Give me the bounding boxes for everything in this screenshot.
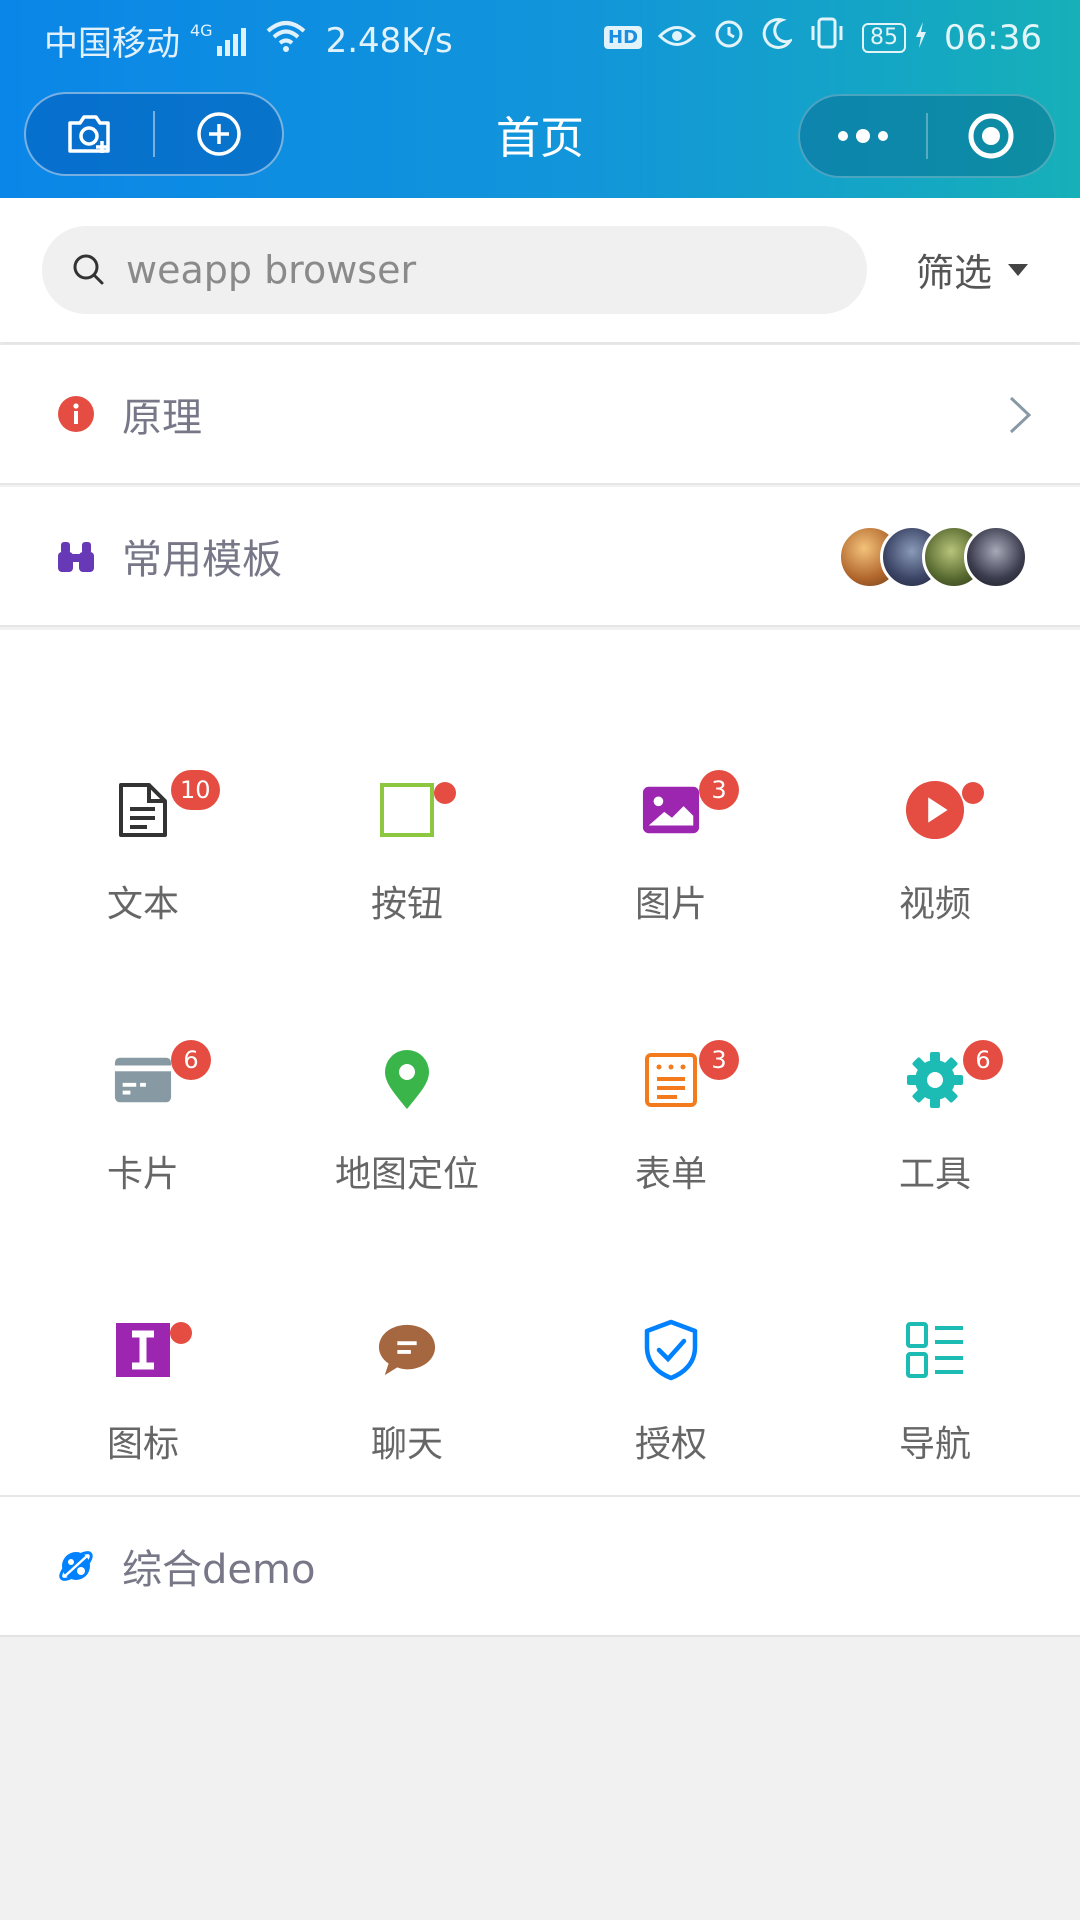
grid-item-auth[interactable]: 授权 <box>536 1220 806 1490</box>
badge-count: 6 <box>171 1040 211 1080</box>
avatar-group <box>838 525 1028 589</box>
grid-item-label: 卡片 <box>106 1154 179 1195</box>
hd-icon: HD <box>604 26 643 49</box>
battery-level: 85 <box>862 22 907 53</box>
nav-bar: 首页 <box>0 90 1080 180</box>
play-icon <box>905 780 965 840</box>
grid-item-label: 授权 <box>634 1424 707 1465</box>
notification-dot <box>434 782 456 804</box>
clock-time: 06:36 <box>944 17 1042 58</box>
grid-item-map[interactable]: 地图定位 <box>272 950 542 1220</box>
moon-icon <box>762 17 794 58</box>
grid-item-label: 图标 <box>106 1424 179 1465</box>
demo-label: 综合demo <box>122 1547 316 1593</box>
grid-item-label: 图片 <box>634 884 707 925</box>
carrier-name: 中国移动 <box>44 24 180 64</box>
list-nav-icon <box>905 1320 965 1380</box>
grid-item-label: 视频 <box>898 884 971 925</box>
search-bar: 筛选 <box>0 198 1080 342</box>
caret-down-icon <box>1008 263 1028 276</box>
form-icon <box>641 1050 701 1110</box>
eye-icon <box>657 18 697 58</box>
card-icon <box>113 1050 173 1110</box>
notification-dot <box>962 782 984 804</box>
grid-item-form[interactable]: 3 表单 <box>536 950 806 1220</box>
wifi-icon <box>266 19 306 62</box>
gear-icon <box>905 1050 965 1110</box>
avatar <box>964 525 1028 589</box>
filter-dropdown[interactable]: 筛选 <box>916 242 1028 297</box>
planet-icon <box>56 1546 96 1586</box>
filter-label: 筛选 <box>915 251 992 295</box>
search-icon <box>73 254 104 285</box>
search-input[interactable] <box>126 248 826 292</box>
grid-item-button[interactable]: 按钮 <box>272 680 542 950</box>
info-icon <box>56 394 96 434</box>
shield-check-icon <box>641 1319 701 1381</box>
location-pin-icon <box>377 1050 437 1110</box>
more-button[interactable] <box>800 96 926 176</box>
feature-grid: 10 文本 按钮 3 图片 视频 6 卡片 地图定位 3 表单 6 工具 图标 … <box>0 630 1080 1495</box>
alarm-icon <box>712 16 746 59</box>
grid-item-label: 表单 <box>634 1154 707 1195</box>
mini-program-capsule <box>798 94 1056 178</box>
search-box[interactable] <box>42 226 867 314</box>
square-button-icon <box>377 780 437 840</box>
status-bar: 中国移动 4G 2.48K/s HD 85 06:36 <box>0 0 1080 75</box>
more-dots-icon <box>838 129 888 143</box>
grid-item-image[interactable]: 3 图片 <box>536 680 806 950</box>
camera-plus-icon <box>67 115 110 153</box>
add-button[interactable] <box>155 94 282 174</box>
icon-letter-icon <box>113 1320 173 1380</box>
grid-item-card[interactable]: 6 卡片 <box>8 950 278 1220</box>
image-icon <box>641 780 701 840</box>
grid-item-label: 聊天 <box>370 1424 443 1465</box>
grid-item-tools[interactable]: 6 工具 <box>800 950 1070 1220</box>
grid-item-label: 导航 <box>898 1424 971 1465</box>
chat-bubble-icon <box>377 1320 437 1380</box>
vibrate-icon <box>808 16 846 59</box>
badge-count: 3 <box>699 770 739 810</box>
network-type: 4G <box>190 21 213 40</box>
chevron-right-icon <box>1009 396 1032 434</box>
charging-icon <box>914 18 928 58</box>
badge-count: 6 <box>963 1040 1003 1080</box>
target-icon <box>968 113 1014 159</box>
templates-row[interactable]: 常用模板 <box>0 487 1080 627</box>
add-photo-button[interactable] <box>26 94 153 174</box>
grid-item-label: 工具 <box>898 1154 971 1195</box>
grid-item-nav[interactable]: 导航 <box>800 1220 1070 1490</box>
grid-item-label: 文本 <box>106 884 179 925</box>
notification-dot <box>170 1322 192 1344</box>
grid-item-chat[interactable]: 聊天 <box>272 1220 542 1490</box>
binoculars-icon <box>56 536 96 576</box>
signal-icon <box>216 26 246 56</box>
badge-count: 3 <box>699 1040 739 1080</box>
grid-item-label: 按钮 <box>370 884 443 925</box>
close-mini-program-button[interactable] <box>928 96 1054 176</box>
demo-row[interactable]: 综合demo <box>0 1495 1080 1637</box>
grid-item-label: 地图定位 <box>334 1154 479 1195</box>
badge-count: 10 <box>171 770 220 810</box>
grid-item-video[interactable]: 视频 <box>800 680 1070 950</box>
templates-label: 常用模板 <box>122 537 282 583</box>
left-capsule <box>24 92 284 176</box>
plus-circle-icon <box>196 112 241 156</box>
grid-item-text[interactable]: 10 文本 <box>8 680 278 950</box>
principle-row[interactable]: 原理 <box>0 345 1080 485</box>
header: 中国移动 4G 2.48K/s HD 85 06:36 首页 <box>0 0 1080 198</box>
grid-item-icons[interactable]: 图标 <box>8 1220 278 1490</box>
network-speed: 2.48K/s <box>325 20 453 61</box>
document-icon <box>113 780 173 840</box>
principle-label: 原理 <box>122 395 202 441</box>
